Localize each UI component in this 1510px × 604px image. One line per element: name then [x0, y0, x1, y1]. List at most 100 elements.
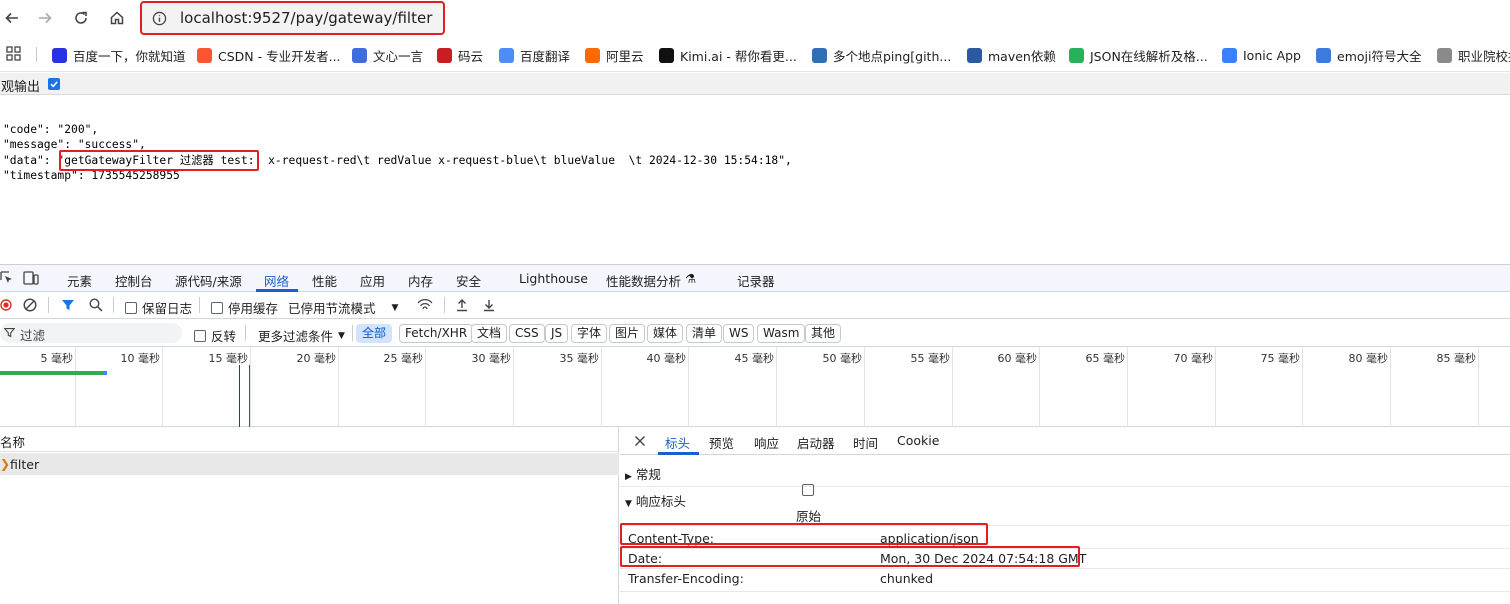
- detail-tab[interactable]: Cookie: [897, 433, 939, 448]
- network-timeline[interactable]: 5 毫秒 10 毫秒 15 毫秒 20 毫秒 25 毫秒 30 毫秒 35 毫秒 40 毫秒 4…: [0, 347, 1510, 427]
- bookmark-label: 多个地点ping[gith...: [833, 48, 952, 64]
- emoji-icon: [1316, 47, 1331, 63]
- bookmark-item[interactable]: Kimi.ai - 帮你看更...: [659, 46, 797, 64]
- chevron-down-icon: ▼: [391, 302, 399, 313]
- info-icon[interactable]: [152, 11, 167, 26]
- bookmark-item[interactable]: emoji符号大全: [1316, 46, 1421, 64]
- preserve-log-checkbox[interactable]: [125, 301, 137, 314]
- timeline-gridline: [864, 347, 865, 427]
- detail-tab[interactable]: 标头: [665, 433, 690, 452]
- arrow-right-icon: [39, 12, 52, 24]
- request-list-header[interactable]: 名称: [0, 427, 619, 452]
- record-icon[interactable]: [0, 299, 12, 311]
- invert-checkbox[interactable]: [194, 329, 206, 342]
- raw-headers-checkbox[interactable]: [802, 484, 814, 496]
- filter-chip[interactable]: Fetch/XHR: [399, 324, 474, 343]
- timeline-tick-label: 55 毫秒: [910, 352, 951, 365]
- filter-chip[interactable]: 清单: [686, 324, 723, 343]
- preserve-log-toggle[interactable]: 保留日志: [125, 298, 192, 317]
- devtools-tab[interactable]: 元素: [67, 271, 92, 290]
- reload-button[interactable]: [69, 6, 93, 30]
- filter-chip[interactable]: 其他: [805, 324, 842, 343]
- disable-cache-toggle[interactable]: 停用缓存: [211, 298, 278, 317]
- filter-funnel-icon: [4, 328, 15, 338]
- filter-chip[interactable]: WS: [723, 324, 755, 343]
- bookmark-item[interactable]: 百度一下，你就知道: [52, 46, 186, 64]
- download-icon[interactable]: [482, 298, 496, 312]
- gitee-icon: [437, 47, 452, 63]
- invert-label: 反转: [211, 329, 237, 344]
- timeline-gridline: [1215, 347, 1216, 427]
- pretty-print-bar: 观输出: [0, 73, 1510, 95]
- filter-chip[interactable]: CSS: [509, 324, 545, 343]
- timeline-gridline: [1127, 347, 1128, 427]
- devtools-tab[interactable]: 性能数据分析: [606, 271, 681, 290]
- general-section-toggle[interactable]: ▶ 常规: [625, 464, 661, 483]
- caret-right-icon: ▶: [625, 472, 632, 482]
- bookmark-item[interactable]: 百度翻译: [499, 46, 570, 64]
- devtools-tab[interactable]: 源代码/来源: [175, 271, 242, 290]
- response-headers-toggle[interactable]: ▼ 响应标头: [625, 491, 686, 510]
- device-toggle-icon[interactable]: [23, 271, 39, 285]
- bookmark-item[interactable]: 码云: [437, 46, 483, 64]
- bookmark-item[interactable]: 多个地点ping[gith...: [812, 46, 951, 64]
- apps-button[interactable]: [6, 46, 21, 61]
- toolbar-divider: [199, 297, 200, 313]
- devtools-tab[interactable]: 记录器: [737, 271, 775, 290]
- bookmark-item[interactable]: 文心一言: [352, 46, 423, 64]
- home-button[interactable]: [105, 6, 129, 30]
- back-button[interactable]: [0, 6, 24, 30]
- detail-tab[interactable]: 预览: [709, 433, 734, 452]
- bookmark-label: Ionic App: [1243, 47, 1301, 63]
- invert-toggle[interactable]: 反转: [194, 326, 236, 345]
- wifi-settings-icon[interactable]: [416, 298, 434, 312]
- request-detail-panel: 标头 预览 响应 启动器 时间 Cookie ▶ 常规 ▼ 响应标头 原始 Content-T…: [620, 427, 1510, 604]
- filter-input[interactable]: 过滤: [0, 323, 182, 343]
- throttle-select[interactable]: 已停用节流模式 ▼: [288, 298, 398, 317]
- disable-cache-checkbox[interactable]: [211, 301, 223, 314]
- bookmark-item[interactable]: Ionic App: [1222, 46, 1301, 64]
- filter-chip[interactable]: 全部: [356, 324, 393, 343]
- close-icon[interactable]: [634, 435, 646, 447]
- devtools-tab[interactable]: 应用: [360, 271, 385, 290]
- bookmark-label: Kimi.ai - 帮你看更...: [680, 48, 797, 64]
- detail-tab[interactable]: 启动器: [797, 433, 835, 452]
- url-text[interactable]: localhost:9527/pay/gateway/filter: [180, 9, 432, 27]
- filter-chip[interactable]: 媒体: [647, 324, 684, 343]
- upload-icon[interactable]: [455, 298, 469, 312]
- filter-chip[interactable]: Wasm: [757, 324, 806, 343]
- devtools-tab[interactable]: 性能: [312, 271, 337, 290]
- address-bar[interactable]: localhost:9527/pay/gateway/filter: [140, 1, 445, 35]
- inspect-icon[interactable]: [0, 271, 14, 285]
- timeline-request-bar-end: [103, 371, 107, 375]
- filter-chip[interactable]: JS: [545, 324, 569, 343]
- filter-icon[interactable]: [61, 298, 75, 312]
- search-icon[interactable]: [89, 298, 103, 312]
- bookmark-item[interactable]: 阿里云: [585, 46, 644, 64]
- disable-cache-label: 停用缓存: [228, 301, 279, 316]
- devtools-tab[interactable]: 控制台: [115, 271, 153, 290]
- filter-chip[interactable]: 字体: [571, 324, 608, 343]
- pretty-print-checkbox[interactable]: [48, 78, 60, 90]
- request-row[interactable]: ❯ filter: [0, 453, 619, 475]
- detail-tab[interactable]: 响应: [754, 433, 779, 452]
- bookmark-item[interactable]: JSON在线解析及格...: [1069, 46, 1208, 64]
- devtools-tab[interactable]: 网络: [264, 271, 289, 290]
- browser-toolbar: localhost:9527/pay/gateway/filter: [0, 0, 1510, 37]
- filter-bar: 过滤 反转 更多过滤条件 ▼ 全部 Fetch/XHR 文档 CSS JS 字体 图片 媒体 清单…: [0, 319, 1510, 347]
- filter-chip[interactable]: 图片: [609, 324, 646, 343]
- timeline-gridline: [338, 347, 339, 427]
- devtools-tab[interactable]: Lighthouse: [519, 271, 588, 286]
- clear-icon[interactable]: [23, 298, 37, 312]
- bookmark-item[interactable]: 职业院校技: [1437, 46, 1510, 64]
- devtools-tab[interactable]: 内存: [408, 271, 433, 290]
- request-list: 名称 ❯ filter: [0, 427, 619, 604]
- more-filters-dropdown[interactable]: 更多过滤条件 ▼: [258, 326, 345, 345]
- detail-tab[interactable]: 时间: [853, 433, 878, 452]
- bookmark-item[interactable]: maven依赖: [967, 46, 1056, 64]
- forward-button[interactable]: [33, 6, 57, 30]
- bookmark-item[interactable]: CSDN - 专业开发者...: [197, 46, 341, 64]
- timeline-gridline: [1478, 347, 1479, 427]
- devtools-tab[interactable]: 安全: [456, 271, 481, 290]
- filter-chip[interactable]: 文档: [471, 324, 508, 343]
